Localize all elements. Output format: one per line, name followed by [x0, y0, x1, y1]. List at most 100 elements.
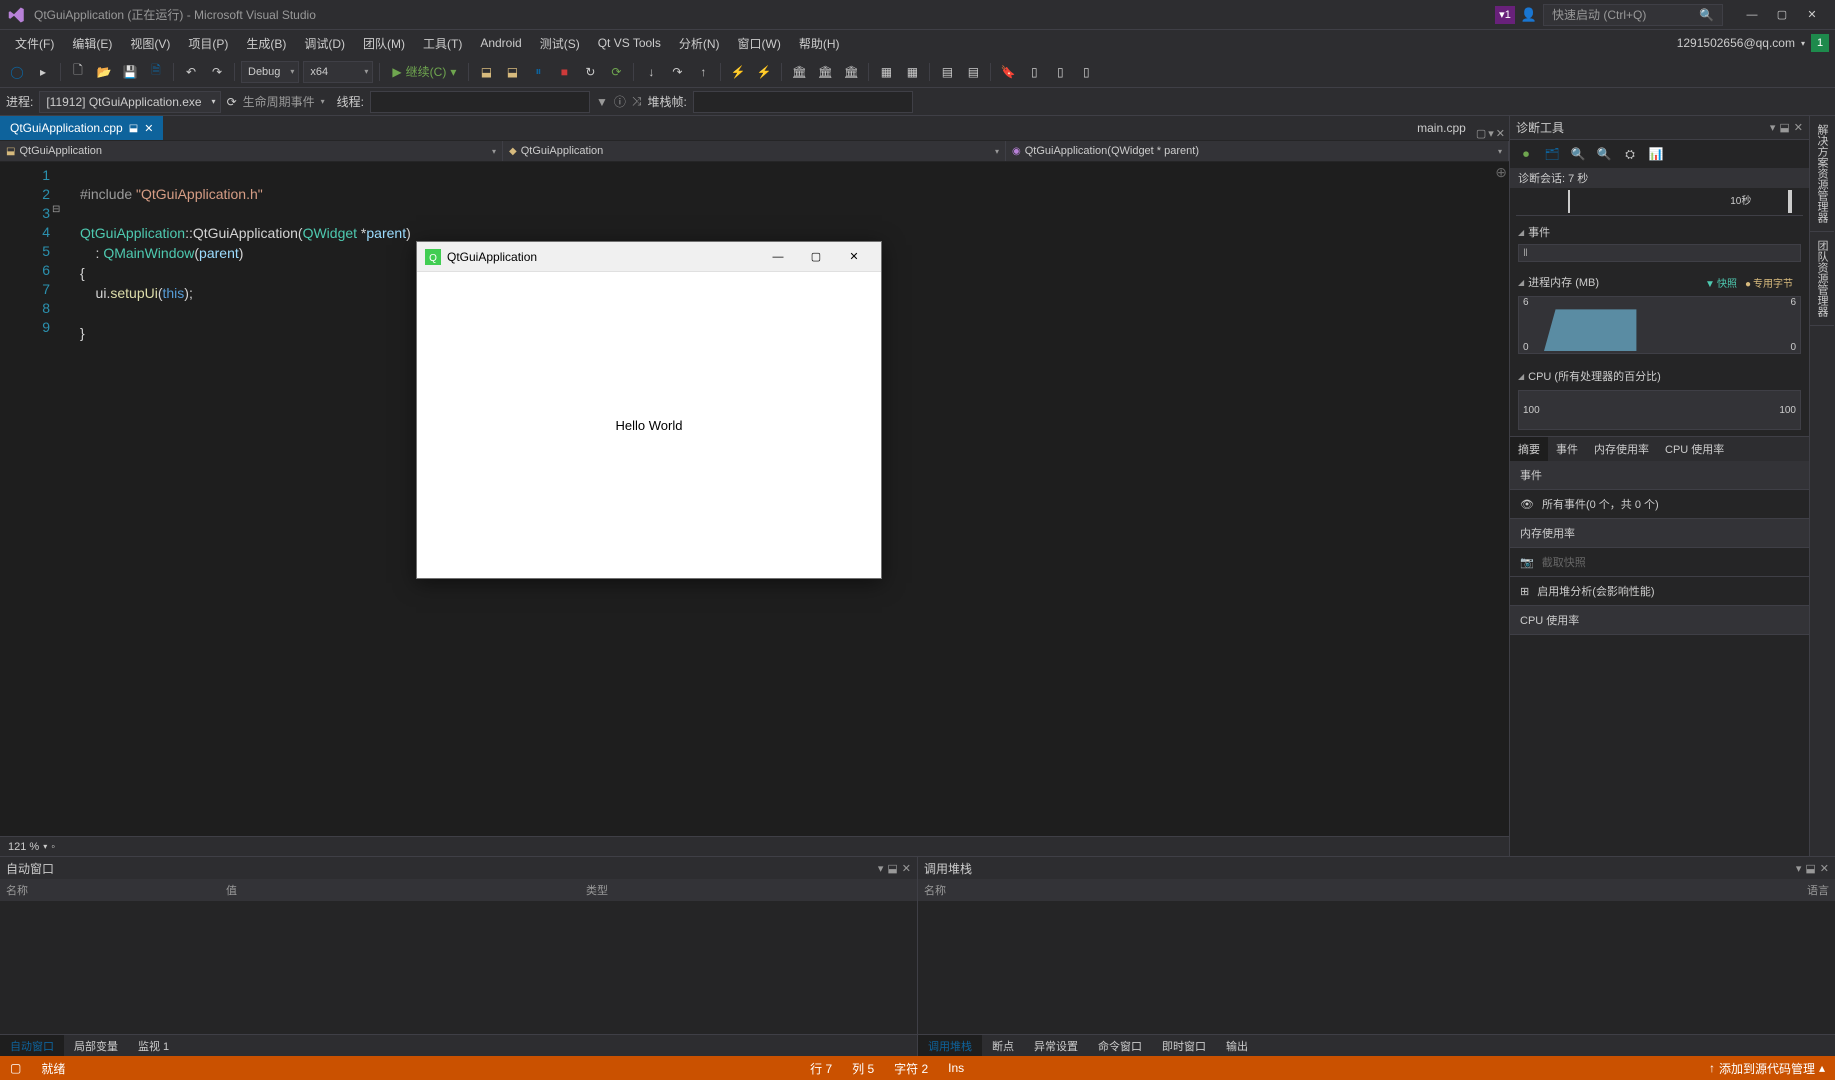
tab-active[interactable]: QtGuiApplication.cpp ⬓ ✕ [0, 116, 163, 140]
undo-icon[interactable]: ↶ [180, 61, 202, 83]
panel-pin-icon[interactable]: ⬓ [1805, 862, 1815, 875]
tab-menu-icon[interactable]: ▢ [1476, 127, 1486, 140]
tool-icon-10[interactable]: ▯ [1023, 61, 1045, 83]
fold-icon[interactable]: ⊟ [52, 204, 60, 215]
tab-command[interactable]: 命令窗口 [1088, 1035, 1152, 1056]
tool-icon-6[interactable]: ▦ [875, 61, 897, 83]
tool-icon-8[interactable]: ▤ [936, 61, 958, 83]
shuffle-icon[interactable]: ⤨ [632, 94, 642, 109]
col-name[interactable]: 名称 [6, 882, 226, 898]
qt-maximize-button[interactable]: ▢ [797, 245, 835, 269]
menu-project[interactable]: 项目(P) [179, 31, 237, 56]
notification-flag[interactable]: ▾1 [1495, 6, 1515, 24]
step-into-icon[interactable]: ↓ [640, 61, 662, 83]
menu-qt[interactable]: Qt VS Tools [589, 32, 670, 54]
nav-member[interactable]: ◉QtGuiApplication(QWidget * parent) [1006, 141, 1509, 161]
menu-view[interactable]: 视图(V) [121, 31, 179, 56]
open-file-icon[interactable]: 📂 [93, 61, 115, 83]
side-tab-team[interactable]: 团队资源管理器 [1810, 232, 1834, 326]
diag-close-icon[interactable]: ✕ [1794, 121, 1803, 134]
tool-icon-1[interactable]: ⚡ [727, 61, 749, 83]
menu-tools[interactable]: 工具(T) [414, 31, 471, 56]
stop-icon[interactable]: ■ [553, 61, 575, 83]
diag-timeline[interactable]: 10秒 [1516, 188, 1803, 216]
cpu-chart[interactable]: 100 100 [1518, 390, 1801, 430]
thread-combo[interactable] [370, 91, 590, 113]
menu-file[interactable]: 文件(F) [6, 31, 63, 56]
pin-icon[interactable]: ⬓ [129, 123, 138, 134]
qt-app-window[interactable]: Q QtGuiApplication — ▢ ✕ Hello World [416, 241, 882, 579]
nav-class[interactable]: ◆QtGuiApplication [503, 141, 1006, 161]
diag-select-icon[interactable]: 🗂 [1542, 144, 1562, 164]
list-snapshot[interactable]: 📷截取快照 [1510, 548, 1809, 577]
tab-callstack[interactable]: 调用堆栈 [918, 1035, 982, 1056]
autos-body[interactable] [0, 901, 917, 1034]
panel-close-icon[interactable]: ✕ [902, 862, 911, 875]
diag-zoom-out-icon[interactable]: 🔍 [1594, 144, 1614, 164]
qt-titlebar[interactable]: Q QtGuiApplication — ▢ ✕ [417, 242, 881, 272]
tool-icon-4[interactable]: 🏛 [814, 61, 836, 83]
nav-scope[interactable]: ⬓QtGuiApplication [0, 141, 503, 161]
list-heap[interactable]: ⊞启用堆分析(会影响性能) [1510, 577, 1809, 606]
diag-record-icon[interactable]: ⏺ [1516, 144, 1536, 164]
diag-tab-events[interactable]: 事件 [1548, 437, 1586, 461]
menu-build[interactable]: 生成(B) [237, 31, 295, 56]
nav-forward-icon[interactable]: ▸ [32, 61, 54, 83]
stack-combo[interactable] [693, 91, 913, 113]
process-combo[interactable]: [11912] QtGuiApplication.exe [39, 91, 220, 113]
panel-dropdown-icon[interactable]: ▾ [1796, 862, 1802, 875]
events-header[interactable]: 事件 [1518, 220, 1801, 244]
restart-icon[interactable]: ↻ [579, 61, 601, 83]
tab-locals[interactable]: 局部变量 [64, 1035, 128, 1056]
diag-chart-icon[interactable]: 📊 [1646, 144, 1666, 164]
pause-icon[interactable]: ⏸ [527, 61, 549, 83]
tab-close-all-icon[interactable]: ✕ [1496, 127, 1505, 140]
config-combo[interactable]: Debug [241, 61, 299, 83]
new-project-icon[interactable]: 🗋 [67, 61, 89, 83]
refresh-icon[interactable]: ⟳ [605, 61, 627, 83]
tool-icon-12[interactable]: ▯ [1075, 61, 1097, 83]
tab-other[interactable]: main.cpp [1407, 116, 1476, 140]
tool-icon-2[interactable]: ⚡ [753, 61, 775, 83]
tool-icon-7[interactable]: ▦ [901, 61, 923, 83]
diag-dropdown-icon[interactable]: ▾ [1770, 121, 1776, 134]
list-all-events[interactable]: 👁所有事件(0 个，共 0 个) [1510, 490, 1809, 519]
panel-close-icon[interactable]: ✕ [1820, 862, 1829, 875]
menu-android[interactable]: Android [471, 32, 530, 54]
bookmark-icon[interactable]: 🔖 [997, 61, 1019, 83]
quick-launch-input[interactable]: 快速启动 (Ctrl+Q) 🔍 [1543, 4, 1723, 26]
menu-edit[interactable]: 编辑(E) [63, 31, 121, 56]
diag-tab-cpu[interactable]: CPU 使用率 [1657, 437, 1732, 461]
menu-analyze[interactable]: 分析(N) [670, 31, 729, 56]
menu-test[interactable]: 测试(S) [531, 31, 589, 56]
tool-icon-11[interactable]: ▯ [1049, 61, 1071, 83]
memory-chart[interactable]: 60 60 [1518, 296, 1801, 354]
account-name[interactable]: 1291502656@qq.com [1677, 36, 1795, 50]
continue-button[interactable]: ▶ 继续(C) ▾ [386, 61, 462, 83]
tab-watch1[interactable]: 监视 1 [128, 1035, 179, 1056]
callstack-body[interactable] [918, 901, 1835, 1034]
menu-team[interactable]: 团队(M) [354, 31, 414, 56]
tool-icon-3[interactable]: 🏛 [788, 61, 810, 83]
tab-immediate[interactable]: 即时窗口 [1152, 1035, 1216, 1056]
menu-window[interactable]: 窗口(W) [729, 31, 790, 56]
diag-tab-summary[interactable]: 摘要 [1510, 437, 1548, 461]
diag-reset-icon[interactable]: ⛭ [1620, 144, 1640, 164]
diag-pin-icon[interactable]: ⬓ [1779, 121, 1789, 134]
stop-debug-icon[interactable]: ⬓ [501, 61, 523, 83]
menu-debug[interactable]: 调试(D) [295, 31, 354, 56]
qt-minimize-button[interactable]: — [759, 245, 797, 269]
menu-help[interactable]: 帮助(H) [790, 31, 849, 56]
platform-combo[interactable]: x64 [303, 61, 373, 83]
side-tab-solution[interactable]: 解决方案资源管理器 [1810, 116, 1834, 232]
diag-tab-memory[interactable]: 内存使用率 [1586, 437, 1657, 461]
minimize-button[interactable]: — [1737, 3, 1767, 27]
lifecycle-icon[interactable]: ⟳ [227, 95, 237, 109]
save-all-icon[interactable]: 🗎 [145, 61, 167, 83]
save-icon[interactable]: 💾 [119, 61, 141, 83]
feedback-icon[interactable]: 👤 [1521, 7, 1537, 23]
diag-zoom-in-icon[interactable]: 🔍 [1568, 144, 1588, 164]
split-icon[interactable]: ⊕ [1495, 164, 1507, 181]
col-value[interactable]: 值 [226, 882, 586, 898]
nav-back-icon[interactable]: ◯ [6, 61, 28, 83]
